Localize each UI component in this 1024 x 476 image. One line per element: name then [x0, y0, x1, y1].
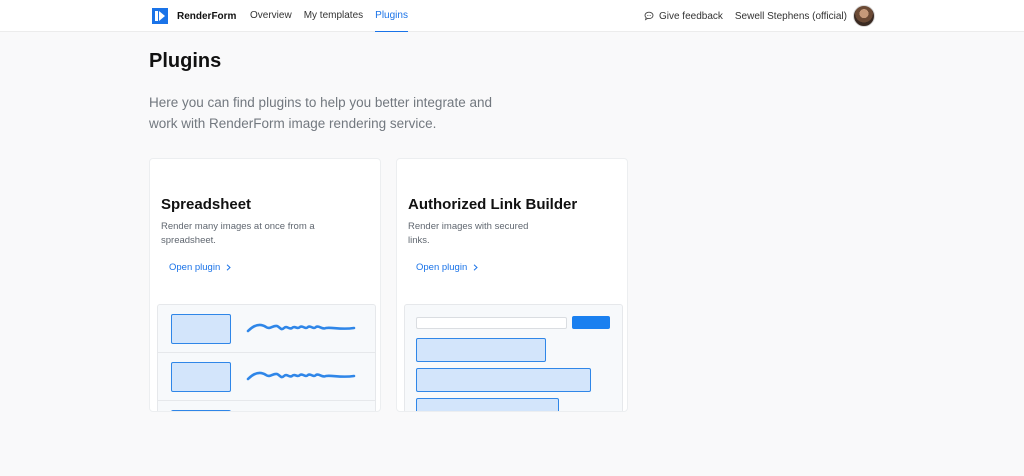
- renderform-logo-icon: [152, 8, 168, 24]
- spreadsheet-illustration: [157, 304, 376, 411]
- top-navigation-bar: RenderForm Overview My templates Plugins…: [0, 0, 1024, 32]
- spreadsheet-row: [158, 305, 375, 353]
- open-plugin-link[interactable]: Open plugin: [169, 262, 231, 273]
- link-button-placeholder: [572, 316, 610, 329]
- image-placeholder: [171, 362, 231, 392]
- chevron-right-icon: [226, 264, 231, 271]
- nav-item-my-templates[interactable]: My templates: [304, 0, 363, 32]
- image-placeholder: [171, 410, 231, 411]
- user-area: Give feedback Sewell Stephens (official): [644, 0, 875, 32]
- user-name[interactable]: Sewell Stephens (official): [735, 11, 847, 22]
- plugin-card-spreadsheet: Spreadsheet Render many images at once f…: [149, 158, 381, 412]
- scribble-text-line: [246, 371, 356, 381]
- chevron-right-icon: [473, 264, 478, 271]
- nav-item-overview[interactable]: Overview: [250, 0, 292, 32]
- open-plugin-link[interactable]: Open plugin: [416, 262, 478, 273]
- link-builder-illustration: [404, 304, 623, 411]
- image-placeholder: [171, 314, 231, 344]
- page-description: Here you can find plugins to help you be…: [149, 95, 492, 131]
- content-block: [416, 338, 546, 362]
- plugin-card-title: Authorized Link Builder: [408, 196, 578, 213]
- give-feedback-label: Give feedback: [658, 10, 723, 22]
- page-title: Plugins: [149, 50, 222, 72]
- link-input-placeholder: [416, 317, 567, 329]
- brand[interactable]: RenderForm: [152, 7, 236, 25]
- brand-name: RenderForm: [177, 10, 237, 22]
- plugin-card-description: Render images with secured links.: [408, 221, 529, 246]
- spreadsheet-row: [158, 353, 375, 401]
- plugin-card-title: Spreadsheet: [161, 196, 252, 213]
- content-block: [416, 368, 591, 392]
- chat-bubble-icon: [644, 11, 654, 21]
- open-plugin-label: Open plugin: [169, 262, 221, 273]
- open-plugin-label: Open plugin: [416, 262, 468, 273]
- nav-item-plugins[interactable]: Plugins: [375, 0, 408, 32]
- spreadsheet-row: [158, 401, 375, 411]
- content-block: [416, 398, 559, 411]
- plugin-card-description: Render many images at once from a spread…: [161, 221, 315, 246]
- scribble-text-line: [246, 323, 356, 333]
- plugin-card-authorized-link-builder: Authorized Link Builder Render images wi…: [396, 158, 628, 412]
- give-feedback-button[interactable]: Give feedback: [644, 11, 723, 22]
- main-nav: Overview My templates Plugins: [250, 0, 420, 32]
- avatar[interactable]: [853, 5, 875, 27]
